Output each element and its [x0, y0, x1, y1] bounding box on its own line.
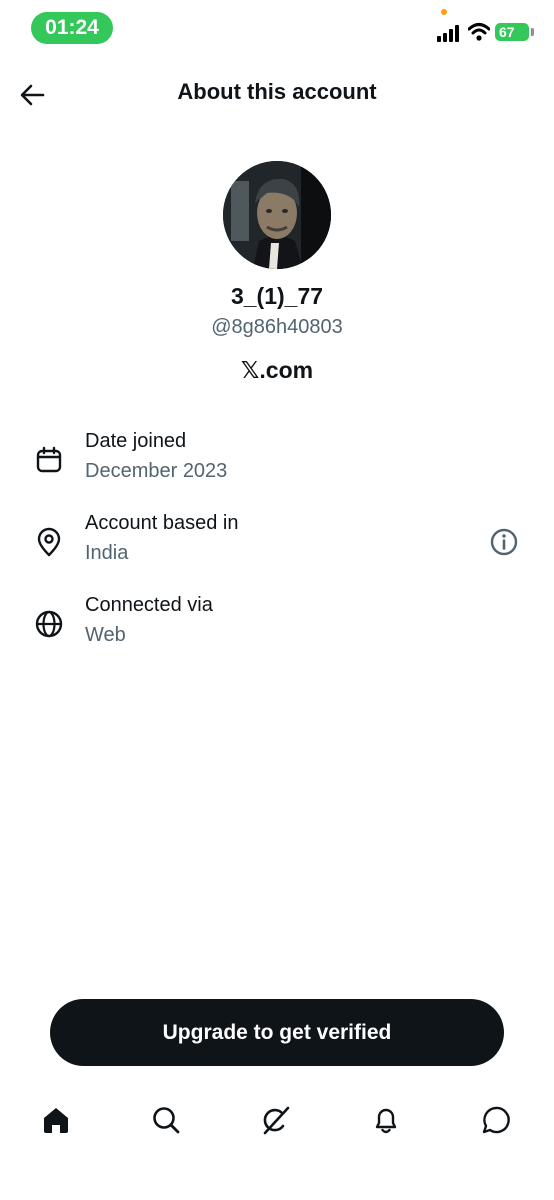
account-based-in-label: Account based in [85, 512, 239, 534]
nav-grok[interactable] [256, 1098, 296, 1144]
nav-messages[interactable] [476, 1098, 516, 1144]
info-icon[interactable] [488, 526, 520, 558]
nav-notifications[interactable] [366, 1098, 406, 1144]
avatar [223, 161, 331, 269]
home-icon [44, 1108, 68, 1133]
info-row-connected-via: Connected via Web [0, 594, 554, 664]
status-bar: 01:24 67 [0, 0, 554, 56]
wifi-icon [468, 23, 490, 41]
battery-cap [531, 28, 534, 36]
location-pin-icon [37, 527, 61, 557]
nav-home[interactable] [36, 1098, 76, 1144]
upgrade-to-get-verified-button[interactable]: Upgrade to get verified [50, 999, 504, 1066]
nav-search[interactable] [146, 1098, 186, 1144]
bell-icon [375, 1108, 397, 1134]
platform-label: 𝕏.com [240, 357, 314, 383]
grok-icon [263, 1106, 290, 1135]
calendar-icon [36, 446, 62, 473]
chat-bubble-icon [482, 1106, 510, 1134]
status-time: 01:24 [31, 12, 113, 44]
info-row-date-joined: Date joined December 2023 [0, 430, 554, 500]
globe-icon [35, 610, 63, 638]
battery-icon: 67 [495, 23, 529, 41]
username-handle: @8g86h40803 [211, 316, 343, 338]
connected-via-value: Web [85, 624, 126, 646]
header: About this account [0, 66, 554, 122]
date-joined-label: Date joined [85, 430, 187, 452]
date-joined-value: December 2023 [85, 460, 228, 482]
info-row-account-based-in: Account based in India [0, 512, 554, 582]
bottom-nav [0, 1098, 554, 1148]
display-name: 3_(1)_77 [230, 283, 324, 309]
page-title: About this account [177, 79, 377, 104]
profile-avatar [223, 161, 331, 269]
camera-indicator-dot [441, 9, 447, 15]
connected-via-label: Connected via [85, 594, 213, 616]
signal-icon [437, 24, 463, 42]
account-based-in-value: India [85, 542, 129, 564]
search-icon [153, 1107, 180, 1134]
